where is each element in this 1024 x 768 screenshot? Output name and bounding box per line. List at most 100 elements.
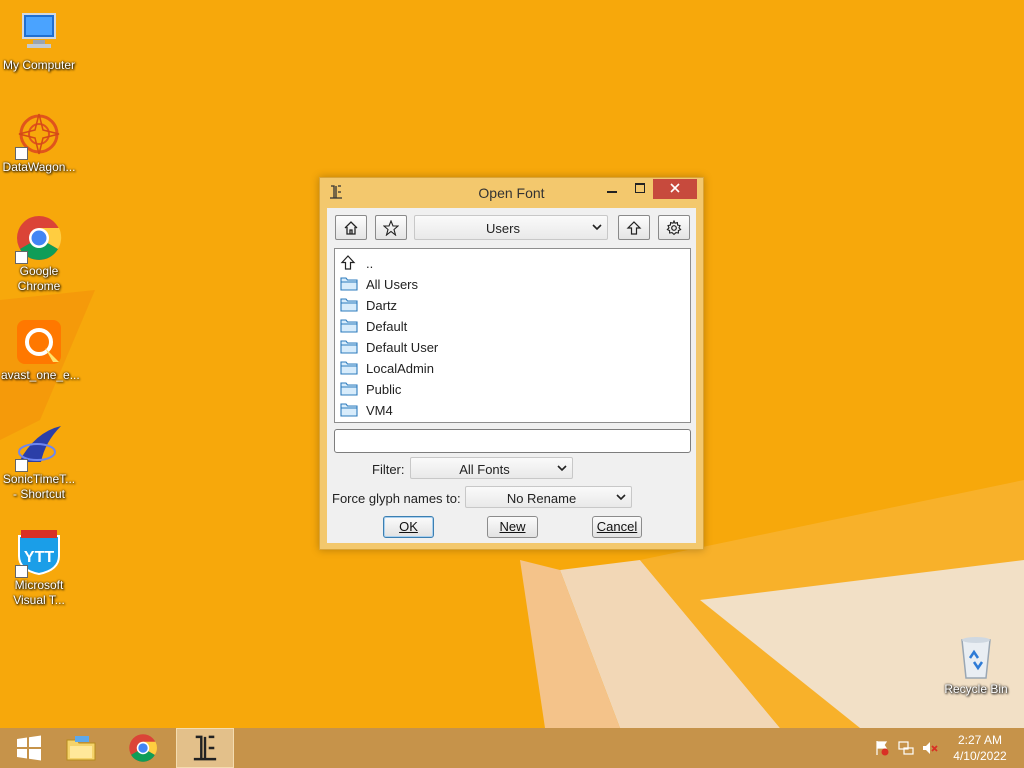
ok-button[interactable]: OK (383, 516, 434, 538)
start-icon (17, 735, 41, 761)
list-item-name: Default User (366, 340, 439, 355)
taskbar-fontforge[interactable] (176, 728, 234, 768)
list-item-parent[interactable]: .. (335, 252, 690, 273)
ok-button-label: OK (399, 519, 418, 534)
clock-time: 2:27 AM (957, 733, 1003, 747)
settings-button[interactable] (658, 215, 690, 240)
list-item-name: Default (366, 319, 408, 334)
list-item[interactable]: Default User (335, 336, 690, 357)
shortcut-arrow-icon (15, 459, 28, 472)
desktop-icon-avast[interactable]: avast_one_e... (0, 318, 80, 383)
cancel-button-label: Cancel (596, 519, 638, 534)
action-center-flag-icon[interactable] (874, 740, 890, 756)
open-font-dialog: Open Font Users .. All Users Dartz Defau… (319, 177, 704, 550)
folder-icon (340, 403, 358, 417)
sonic-icon (15, 422, 63, 472)
shortcut-arrow-icon (15, 251, 28, 264)
desktop-icon-label: DataWagon... (2, 160, 76, 174)
shortcut-arrow-icon (15, 147, 28, 160)
start-button[interactable] (0, 728, 58, 768)
up-arrow-icon (340, 255, 356, 270)
network-icon[interactable] (898, 740, 914, 756)
list-item-name: LocalAdmin (366, 361, 434, 376)
filename-input[interactable] (334, 429, 691, 453)
file-list[interactable]: .. All Users Dartz Default Default User … (334, 248, 691, 423)
desktop-icon-label: avast_one_e... (1, 368, 80, 382)
taskbar-file-explorer[interactable] (52, 728, 110, 768)
ytt-icon: YTT (15, 528, 63, 578)
new-button[interactable]: New (487, 516, 538, 538)
list-item-name: .. (366, 256, 374, 271)
list-item[interactable]: LocalAdmin (335, 357, 690, 378)
folder-icon (340, 340, 358, 354)
dialog-titlebar[interactable]: Open Font (320, 178, 703, 208)
desktop-icon-label: My Computer (2, 58, 76, 72)
new-button-label: New (499, 519, 526, 534)
directory-dropdown[interactable]: Users (414, 215, 608, 240)
desktop-icon-google-chrome[interactable]: Google Chrome (0, 214, 78, 294)
filter-value: All Fonts (459, 462, 510, 477)
list-item[interactable]: VM4 (335, 399, 690, 420)
computer-icon (15, 8, 63, 56)
list-item[interactable]: Dartz (335, 294, 690, 315)
desktop-icon-microsoft-visual[interactable]: YTT Microsoft Visual T... (0, 528, 78, 608)
rename-label: Force glyph names to: (332, 491, 461, 506)
close-button[interactable] (653, 179, 697, 199)
bookmark-button[interactable] (375, 215, 407, 240)
recycle-bin-icon (952, 632, 1000, 680)
folder-icon (340, 319, 358, 333)
directory-value: Users (486, 221, 520, 236)
desktop-icon-label: SonicTimeT... - Shortcut (2, 472, 76, 501)
folder-icon (340, 382, 358, 396)
desktop-icon-sonictime[interactable]: SonicTimeT... - Shortcut (0, 422, 78, 502)
folder-icon (340, 361, 358, 375)
list-item-name: All Users (366, 277, 419, 292)
parent-directory-button[interactable] (618, 215, 650, 240)
up-arrow-icon (626, 220, 642, 235)
list-item[interactable]: Default (335, 315, 690, 336)
taskbar-chrome[interactable] (114, 728, 172, 768)
desktop-icon-my-computer[interactable]: My Computer (0, 8, 78, 73)
minimize-icon (607, 191, 617, 193)
list-item[interactable]: Public (335, 378, 690, 399)
chevron-down-icon (557, 465, 567, 472)
maximize-icon (635, 183, 645, 193)
avast-icon (15, 318, 63, 366)
chrome-icon (129, 734, 157, 762)
filter-label: Filter: (372, 462, 405, 477)
home-icon (344, 220, 358, 235)
desktop-icon-recycle-bin[interactable]: Recycle Bin (936, 632, 1016, 697)
close-icon (670, 183, 680, 193)
chevron-down-icon (592, 224, 602, 231)
list-item-name: Dartz (366, 298, 398, 313)
taskbar: 2:27 AM 4/10/2022 (0, 728, 1024, 768)
shortcut-arrow-icon (15, 565, 28, 578)
desktop-icon-label: Recycle Bin (944, 682, 1008, 696)
datawagon-icon (15, 110, 63, 160)
cancel-button[interactable]: Cancel (592, 516, 642, 538)
chevron-down-icon (616, 494, 626, 501)
desktop-icon-datawagon[interactable]: DataWagon... (0, 110, 78, 175)
fontforge-icon (193, 735, 217, 761)
dialog-body: Users .. All Users Dartz Default Default… (327, 208, 696, 543)
rename-dropdown[interactable]: No Rename (465, 486, 632, 508)
list-item-name: VM4 (366, 403, 393, 418)
maximize-button[interactable] (626, 179, 654, 199)
taskbar-clock[interactable]: 2:27 AM 4/10/2022 (940, 732, 1020, 764)
desktop-icon-label: Microsoft Visual T... (13, 578, 65, 607)
home-button[interactable] (335, 215, 367, 240)
list-item-name: Public (366, 382, 402, 397)
svg-text:YTT: YTT (24, 549, 54, 566)
folder-icon (340, 298, 358, 312)
filter-dropdown[interactable]: All Fonts (410, 457, 573, 479)
desktop-icon-label: Google Chrome (17, 264, 61, 293)
minimize-button[interactable] (598, 179, 626, 199)
rename-value: No Rename (506, 491, 577, 506)
gear-icon (666, 219, 682, 235)
volume-muted-icon[interactable] (922, 740, 938, 756)
star-icon (383, 219, 399, 236)
clock-date: 4/10/2022 (953, 749, 1007, 763)
list-item[interactable]: All Users (335, 273, 690, 294)
file-explorer-icon (66, 736, 96, 761)
folder-icon (340, 277, 358, 291)
